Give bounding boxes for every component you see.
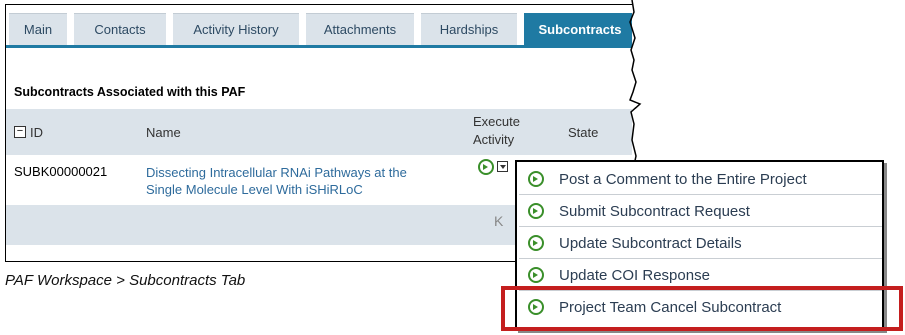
- menu-item-label: Post a Comment to the Entire Project: [559, 171, 807, 188]
- tab-contacts[interactable]: Contacts: [74, 13, 166, 45]
- tab-activity-history[interactable]: Activity History: [173, 13, 299, 45]
- table-header-row: − ID Name Execute Activity State: [6, 109, 632, 155]
- menu-item-label: Update COI Response: [559, 267, 710, 284]
- subcontract-name-line1[interactable]: Dissecting Intracellular RNAi Pathways a…: [146, 164, 466, 181]
- tab-main[interactable]: Main: [9, 13, 67, 45]
- column-header-execute-activity-line2: Activity: [473, 132, 515, 147]
- highlight-box: [501, 286, 903, 331]
- tab-bar: Main Contacts Activity History Attachmen…: [6, 5, 632, 45]
- section-title: Subcontracts Associated with this PAF: [14, 85, 246, 99]
- menu-item-update-subcontract-details[interactable]: Update Subcontract Details: [519, 228, 882, 259]
- green-arrow-icon: [528, 267, 544, 283]
- menu-item-submit-subcontract-request[interactable]: Submit Subcontract Request: [519, 196, 882, 227]
- green-arrow-icon: [528, 171, 544, 187]
- column-header-execute-activity-line1: Execute: [473, 114, 520, 129]
- subcontract-id: SUBK00000021: [14, 164, 108, 179]
- activity-dropdown-icon[interactable]: [497, 161, 508, 172]
- column-header-name[interactable]: Name: [146, 125, 181, 140]
- tab-strip-underline: [6, 45, 632, 48]
- tab-attachments[interactable]: Attachments: [306, 13, 414, 45]
- menu-item-post-comment[interactable]: Post a Comment to the Entire Project: [519, 164, 882, 195]
- green-arrow-icon: [528, 203, 544, 219]
- menu-item-label: Submit Subcontract Request: [559, 203, 750, 220]
- subcontract-name-line2[interactable]: Single Molecule Level With iSHiRLoC: [146, 181, 466, 198]
- tab-hardships[interactable]: Hardships: [421, 13, 517, 45]
- green-arrow-icon: [528, 235, 544, 251]
- subcontract-name-link[interactable]: Dissecting Intracellular RNAi Pathways a…: [146, 164, 466, 198]
- first-page-icon[interactable]: K: [494, 213, 503, 229]
- menu-item-label: Update Subcontract Details: [559, 235, 742, 252]
- collapse-icon[interactable]: −: [14, 126, 26, 138]
- column-header-state[interactable]: State: [568, 125, 598, 140]
- execute-activity-icon[interactable]: [478, 159, 494, 175]
- figure-caption: PAF Workspace > Subcontracts Tab: [5, 272, 246, 289]
- column-header-id[interactable]: ID: [30, 125, 43, 140]
